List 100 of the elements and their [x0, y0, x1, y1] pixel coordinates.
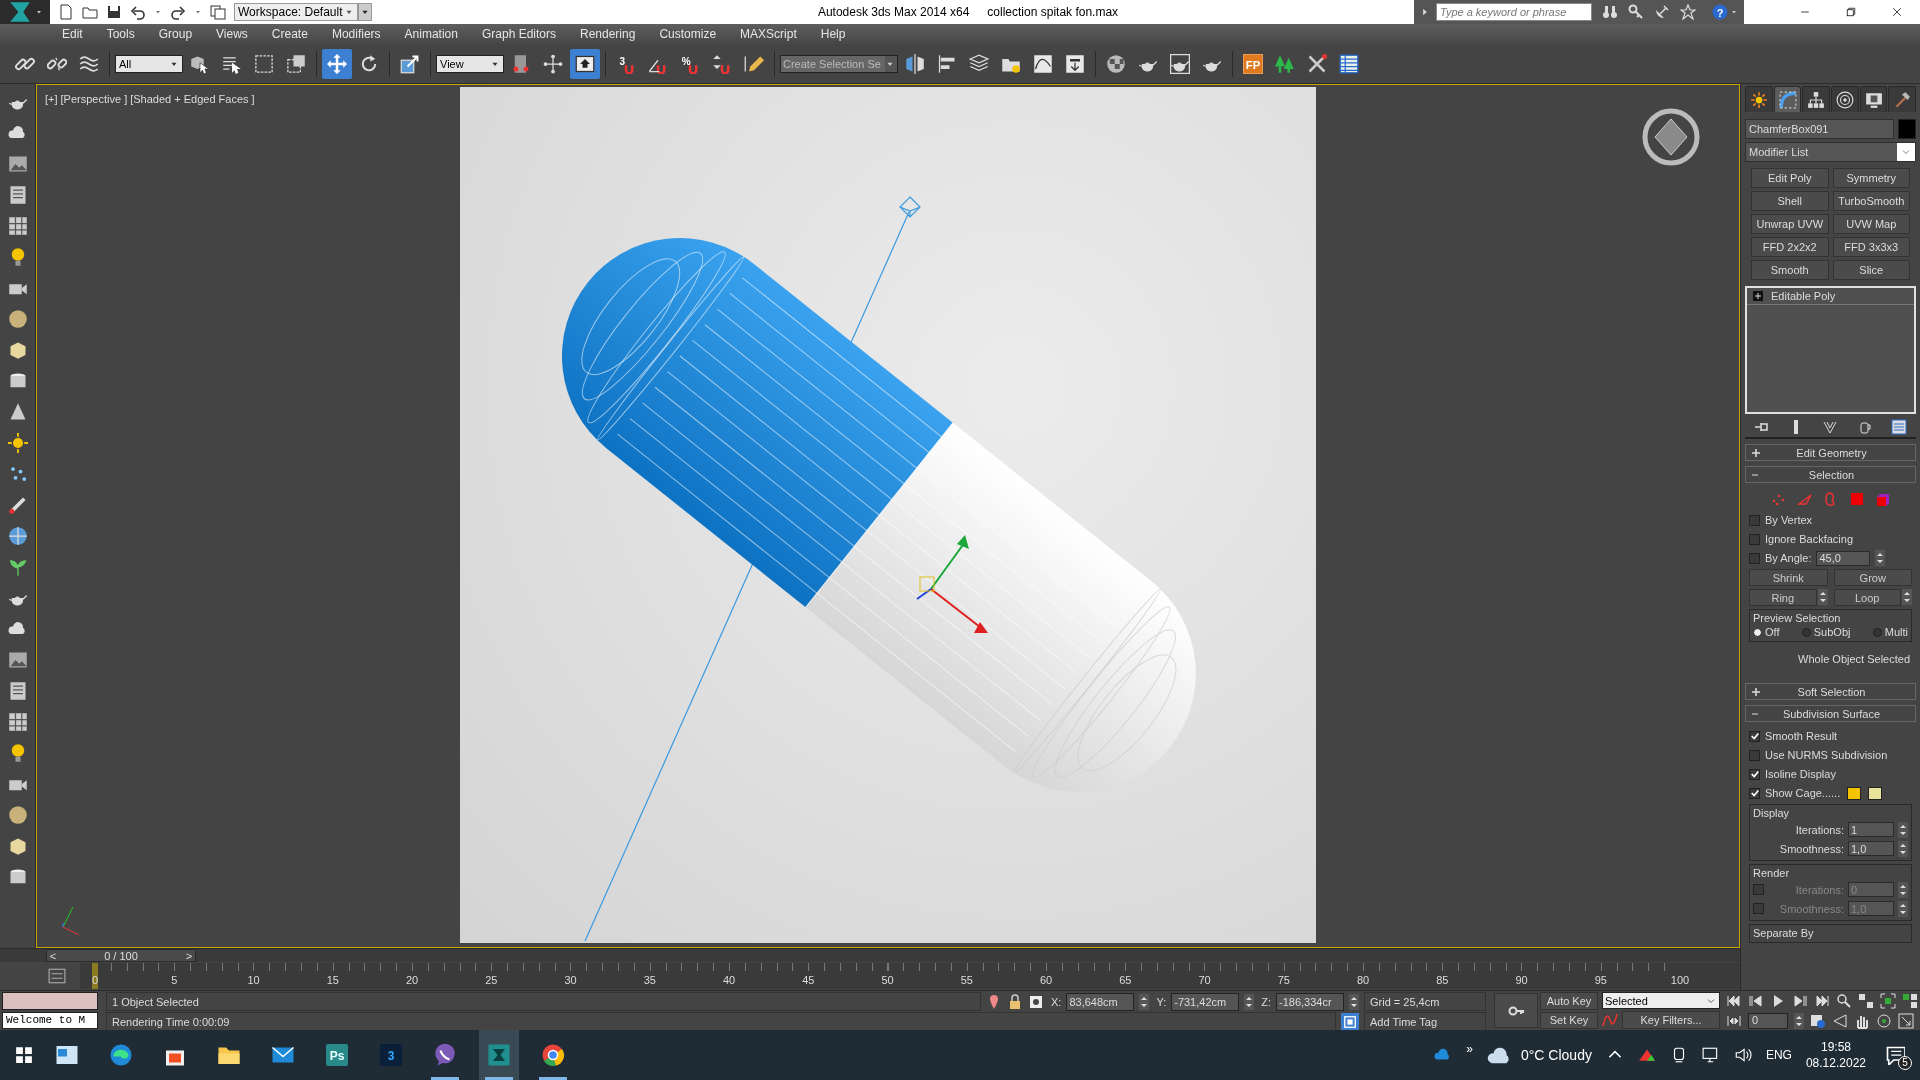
start-icon[interactable] [15, 1046, 33, 1064]
spinner-icon[interactable] [1898, 881, 1908, 898]
notifications-button[interactable]: 5 [1880, 1040, 1910, 1070]
caret-icon[interactable] [194, 8, 202, 16]
app-menu-button[interactable] [0, 0, 50, 24]
rollout-header[interactable]: Subdivision Surface [1745, 705, 1916, 722]
viewport-label[interactable]: [Shaded + Edged Faces ] [130, 93, 255, 105]
time-slider[interactable]: < 0 / 100 > [0, 948, 1740, 962]
folder-icon[interactable] [82, 4, 98, 20]
time-tag-icon[interactable] [1341, 1012, 1359, 1031]
language-indicator[interactable]: ENG [1765, 1048, 1792, 1062]
checkbox[interactable] [1749, 730, 1760, 742]
configure-icon[interactable] [1890, 419, 1907, 435]
key-mode-dropdown[interactable]: Selected [1602, 992, 1720, 1009]
modifier-list-dropdown[interactable]: Modifier List [1745, 142, 1916, 162]
redo-icon[interactable] [170, 4, 186, 20]
spinner-icon[interactable] [1875, 550, 1886, 566]
bone-icon[interactable] [7, 495, 28, 515]
checkbox[interactable] [1749, 533, 1760, 545]
selection-button[interactable]: Grow [1833, 569, 1912, 586]
spinner-icon[interactable] [1139, 993, 1150, 1010]
pan-icon[interactable] [1854, 1013, 1870, 1029]
spinner-icon[interactable] [1244, 993, 1255, 1010]
next-frame-button[interactable]: > [183, 949, 195, 962]
selection-button[interactable]: Ring [1749, 589, 1817, 606]
modifier-button[interactable]: UVW Map [1832, 214, 1910, 234]
modifier-button[interactable]: Edit Poly [1751, 168, 1829, 188]
workspace-dropdown[interactable]: Workspace: Default [234, 3, 358, 21]
menu-item[interactable]: Help [808, 27, 858, 41]
coordinate-field[interactable]: -186,334cr [1276, 992, 1344, 1011]
radio-option[interactable]: Off [1753, 626, 1780, 638]
rollout-title[interactable]: Edit Geometry [1762, 446, 1915, 459]
menu-item[interactable]: MAXScript [728, 27, 809, 41]
spinner-icon[interactable] [1794, 1013, 1804, 1029]
checkbox[interactable] [1749, 768, 1760, 780]
coordinate-field[interactable]: -731,42cm [1171, 992, 1240, 1011]
rollout-title[interactable]: Subdivision Surface [1762, 707, 1915, 720]
color-swatch[interactable] [1898, 119, 1916, 139]
go-to-end-icon[interactable] [1814, 993, 1830, 1009]
spinner-icon[interactable] [1898, 900, 1908, 917]
expand-icon[interactable] [1750, 685, 1762, 698]
absolute-mode-icon[interactable] [1028, 993, 1044, 1010]
star-icon[interactable] [1680, 4, 1696, 20]
sunburst-tab[interactable] [1745, 86, 1773, 112]
sun-icon[interactable] [7, 433, 28, 453]
spinner-icon[interactable] [1349, 993, 1359, 1010]
menu-item[interactable]: Edit [50, 27, 95, 41]
binoculars-icon[interactable] [1602, 4, 1618, 20]
curve-tab[interactable] [1773, 86, 1802, 112]
satellite-dish-icon[interactable] [1654, 4, 1670, 20]
previous-key-icon[interactable] [1748, 993, 1764, 1009]
speaker-icon[interactable] [1733, 1046, 1752, 1064]
stack-item[interactable]: Editable Poly [1747, 288, 1914, 305]
go-to-start-icon[interactable] [1726, 993, 1742, 1009]
zoom-extents-icon[interactable] [1880, 993, 1896, 1009]
caret-icon[interactable] [35, 8, 43, 16]
field-of-view-icon[interactable] [1832, 1013, 1848, 1029]
time-config-icon[interactable] [1810, 1013, 1826, 1029]
previous-frame-button[interactable]: < [47, 949, 59, 962]
overflow-button[interactable]: » [1466, 1042, 1473, 1056]
expand-icon[interactable] [1750, 446, 1762, 459]
script-input-field[interactable] [2, 992, 98, 1010]
maximize-icon[interactable] [1898, 1013, 1914, 1029]
orbit-icon[interactable] [1876, 1013, 1892, 1029]
modifier-button[interactable]: FFD 3x3x3 [1832, 237, 1910, 257]
radio-option[interactable]: Multi [1872, 626, 1908, 638]
plant-icon[interactable] [7, 557, 28, 577]
selection-button[interactable]: Loop [1833, 589, 1901, 606]
menu-item[interactable]: Customize [647, 27, 729, 41]
modifier-button[interactable]: Symmetry [1832, 168, 1910, 188]
floppy-icon[interactable] [106, 4, 122, 20]
time-slider-thumb[interactable]: < 0 / 100 > [46, 949, 196, 962]
modifier-button[interactable]: Shell [1751, 191, 1829, 211]
rollout-header[interactable]: Soft Selection [1745, 683, 1916, 700]
network-icon[interactable] [1701, 1046, 1720, 1064]
move-icon[interactable] [322, 48, 352, 79]
dropdown[interactable]: All [115, 54, 183, 73]
clock-time[interactable]: 19:58 [1820, 1040, 1851, 1054]
spinner-icon[interactable] [1817, 589, 1828, 605]
key-mode-icon[interactable] [1726, 1013, 1742, 1029]
viewport-label[interactable]: [Perspective ] [60, 93, 128, 105]
checkbox[interactable] [1749, 514, 1760, 526]
zoom-all-icon[interactable] [1858, 993, 1874, 1009]
coordinate-field[interactable]: 83,648cm [1066, 992, 1135, 1011]
rings-tab[interactable] [1831, 86, 1859, 112]
object-name-field[interactable]: ChamferBox091 [1745, 119, 1894, 139]
grid-icon[interactable] [7, 712, 28, 732]
spinner-icon[interactable] [1902, 589, 1912, 605]
undo-icon[interactable] [130, 4, 146, 20]
menu-item[interactable]: Group [146, 27, 205, 41]
set-keys-button[interactable] [1494, 993, 1538, 1028]
modifier-button[interactable]: Unwrap UVW [1751, 214, 1829, 234]
grid-icon[interactable] [7, 216, 28, 236]
monitor-tab[interactable] [1859, 86, 1888, 112]
image-icon[interactable] [7, 154, 28, 174]
menu-item[interactable]: Graph Editors [469, 27, 568, 41]
rollout-title[interactable]: Soft Selection [1762, 685, 1915, 698]
viewport-label[interactable]: [+] [45, 93, 58, 105]
lock-icon[interactable] [1007, 993, 1023, 1010]
sphere-icon[interactable] [7, 309, 28, 329]
